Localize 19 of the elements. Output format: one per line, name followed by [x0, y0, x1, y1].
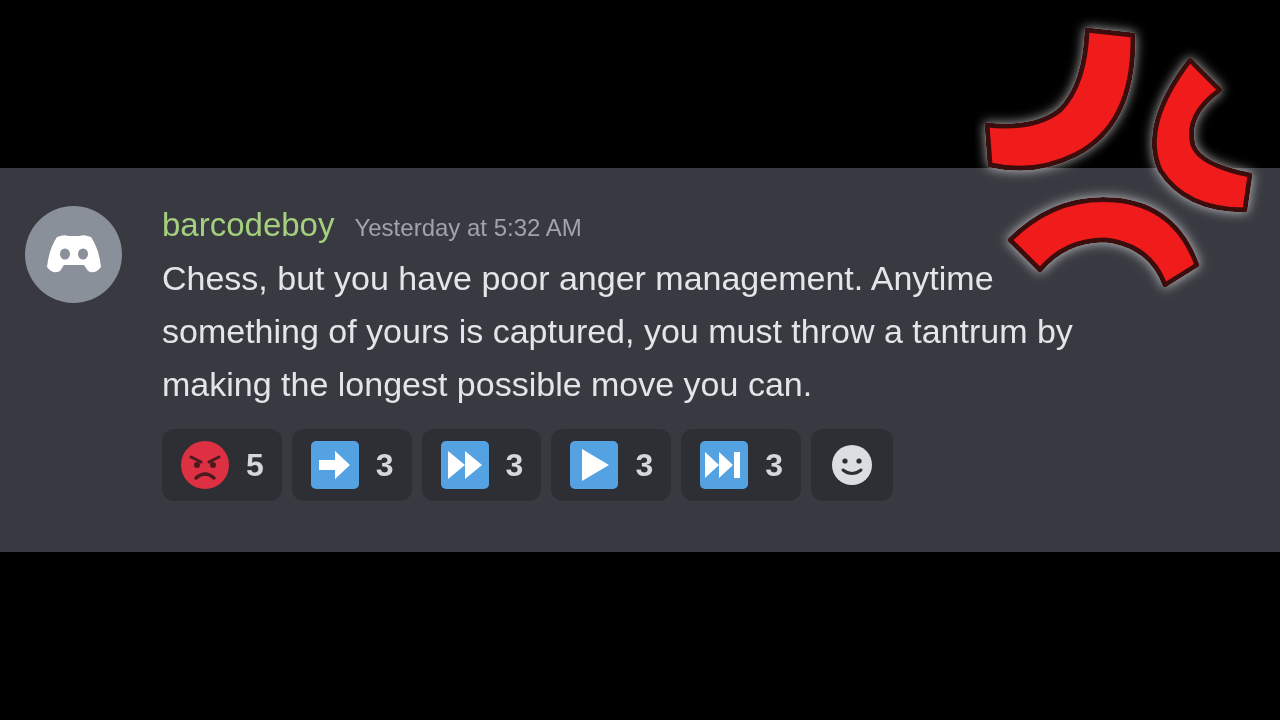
angry-face-icon [180, 440, 230, 490]
next-track-icon [699, 440, 750, 490]
reaction-count: 3 [375, 446, 394, 484]
reaction-button[interactable]: 3 [551, 429, 672, 501]
reaction-count: 3 [765, 446, 783, 484]
message-text: Chess, but you have poor anger management. Anytime something of yours is captured, you must throw a tantrum by making the longest possible move you can. [162, 258, 1074, 405]
reaction-count: 3 [505, 446, 524, 484]
timestamp: Yesterday at 5:32 AM [354, 214, 582, 242]
fast-forward-icon [439, 440, 490, 490]
add-reaction-button[interactable] [811, 429, 893, 501]
play-icon [569, 440, 620, 490]
reaction-button[interactable]: 3 [421, 429, 542, 501]
reaction-button[interactable]: 3 [681, 429, 801, 501]
username[interactable]: barcodeboy [162, 206, 335, 244]
reaction-count: 3 [635, 446, 654, 484]
reaction-count: 5 [246, 446, 264, 484]
reaction-button[interactable]: 5 [162, 429, 282, 501]
reaction-button[interactable]: 3 [291, 429, 412, 501]
smiley-icon [831, 444, 873, 486]
